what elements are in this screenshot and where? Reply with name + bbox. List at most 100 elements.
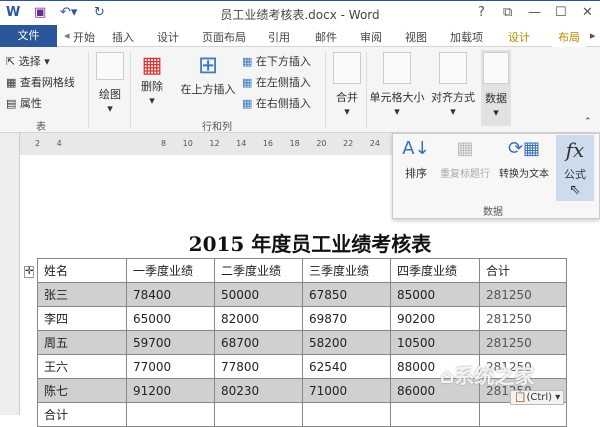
sort-button[interactable]: A↓ 排序 (401, 138, 431, 181)
header-cell[interactable]: 三季度业绩 (302, 258, 391, 283)
select-button[interactable]: ⇱ 选择 ▾ (6, 53, 50, 69)
maximize-button[interactable]: ☐ (555, 5, 567, 20)
table-cell[interactable]: 281250 (479, 330, 567, 355)
table-cell[interactable]: 59700 (126, 330, 215, 355)
tab-table-design[interactable]: 设计 (508, 29, 530, 45)
table-cell[interactable]: 67850 (302, 282, 391, 307)
table-cell[interactable]: 李四 (37, 306, 127, 331)
table-cell[interactable]: 85000 (390, 282, 480, 307)
minimize-button[interactable]: — (528, 5, 541, 20)
tab-view[interactable]: 视图 (405, 29, 427, 45)
tab-page-layout[interactable]: 页面布局 (202, 29, 246, 45)
table-cell[interactable]: 71000 (302, 378, 391, 403)
delete-button[interactable]: ▦ 删除 ▾ (136, 53, 168, 107)
table-cell[interactable]: 58200 (302, 330, 391, 355)
tab-addins[interactable]: 加载项 (450, 29, 483, 45)
data-button[interactable]: 数据 ▾ (481, 50, 511, 126)
table-row: 张三 78400 50000 67850 85000 281250 (37, 282, 567, 307)
tab-insert[interactable]: 插入 (112, 29, 134, 45)
header-cell[interactable]: 一季度业绩 (126, 258, 215, 283)
properties-button[interactable]: ▤ 属性 (6, 95, 42, 111)
table-cell[interactable]: 80230 (214, 378, 303, 403)
table-row: 李四 65000 82000 69870 90200 281250 (37, 306, 567, 331)
pencil-icon (96, 52, 124, 80)
merge-button[interactable]: 合并 ▾ (331, 52, 363, 118)
header-cell[interactable]: 姓名 (37, 258, 127, 283)
table-cell[interactable]: 77800 (214, 354, 303, 379)
tab-file[interactable]: 文件 (0, 25, 57, 47)
document-title: 2015 年度员工业绩考核表 (188, 232, 432, 256)
performance-table: 姓名 一季度业绩 二季度业绩 三季度业绩 四季度业绩 合计 张三 78400 500… (37, 258, 567, 427)
table-cell[interactable]: 50000 (214, 282, 303, 307)
header-cell[interactable]: 四季度业绩 (390, 258, 480, 283)
data-icon (483, 52, 509, 84)
table-cell[interactable]: 周五 (37, 330, 127, 355)
convert-to-text-button[interactable]: ⟳▦ 转换为文本 (496, 138, 552, 180)
mouse-cursor-icon: ⇖ (569, 182, 581, 198)
table-cell[interactable]: 281250 (479, 282, 567, 307)
sort-az-icon: A↓ (402, 138, 430, 159)
table-cell[interactable]: 张三 (37, 282, 127, 307)
ribbon-display-button[interactable]: ⧉ (503, 5, 512, 20)
fx-icon: fx (565, 138, 585, 162)
grid-icon: ▦ (6, 76, 20, 89)
header-cell[interactable]: 合计 (479, 258, 567, 283)
table-cell[interactable]: 10500 (390, 330, 480, 355)
view-gridlines-button[interactable]: ▦ 查看网格线 (6, 74, 75, 90)
tab-design[interactable]: 设计 (157, 29, 179, 45)
tab-mailings[interactable]: 邮件 (315, 29, 337, 45)
table-cell[interactable]: 68700 (214, 330, 303, 355)
vertical-ruler (0, 133, 20, 415)
convert-icon: ⟳▦ (507, 138, 541, 159)
draw-button[interactable]: 绘图 ▾ (95, 52, 125, 115)
tab-home[interactable]: 开始 (73, 29, 95, 45)
tab-references[interactable]: 引用 (268, 29, 290, 45)
insert-right-button[interactable]: ▦ 在右侧插入 (242, 95, 311, 111)
cell-size-button[interactable]: 单元格大小 ▾ (368, 52, 426, 118)
table-cell[interactable]: 91200 (126, 378, 215, 403)
table-cell[interactable]: 65000 (126, 306, 215, 331)
insert-right-icon: ▦ (242, 97, 256, 110)
alignment-icon (439, 52, 467, 84)
table-cell[interactable]: 82000 (214, 306, 303, 331)
table-move-handle-icon[interactable]: ✛ (24, 266, 35, 278)
cell-size-icon (383, 52, 411, 84)
properties-icon: ▤ (6, 97, 20, 110)
insert-above-icon: ⊞ (197, 51, 219, 79)
insert-above-button[interactable]: ⊞ 在上方插入 (178, 51, 238, 97)
table-cell[interactable]: 90200 (390, 306, 480, 331)
insert-below-icon: ▦ (242, 55, 256, 68)
header-cell[interactable]: 二季度业绩 (214, 258, 303, 283)
insert-left-icon: ▦ (242, 76, 256, 89)
formula-button[interactable]: fx 公式 ⇖ (556, 135, 594, 201)
help-button[interactable]: ? (478, 5, 485, 20)
insert-below-button[interactable]: ▦ 在下方插入 (242, 53, 311, 69)
table-cell[interactable]: 62540 (302, 354, 391, 379)
tab-table-layout[interactable]: 布局 (552, 29, 586, 47)
ribbon: ⇱ 选择 ▾ ▦ 查看网格线 ▤ 属性 表 绘图 ▾ ▦ 删除 ▾ ⊞ 在上方插入 ▦ … (0, 47, 600, 133)
group-label-table: 表 (36, 122, 46, 133)
clipboard-icon: 📋 (514, 392, 527, 403)
table-cell[interactable]: 78400 (126, 282, 215, 307)
table-cell[interactable]: 王六 (37, 354, 127, 379)
title-bar: W ▣ ↶▾ ↻ 员工业绩考核表.docx - Word ? ⧉ — ☐ ✕ (0, 0, 600, 25)
data-dropdown-panel: A↓ 排序 ▦ 重复标题行 ⟳▦ 转换为文本 fx 公式 ⇖ 数据 (392, 133, 600, 219)
table-cell[interactable]: 281250 (479, 306, 567, 331)
watermark-logo: ⌂系统之家 (440, 364, 535, 388)
tab-review[interactable]: 审阅 (360, 29, 382, 45)
paste-options-button[interactable]: 📋(Ctrl) ▾ (510, 390, 565, 405)
cursor-icon: ⇱ (6, 55, 19, 68)
delete-table-icon: ▦ (141, 53, 163, 78)
alignment-button[interactable]: 对齐方式 ▾ (428, 52, 478, 118)
horizontal-ruler[interactable]: 2 4 8 10 12 14 16 18 20 22 24 (20, 133, 392, 155)
group-label-data: 数据 (483, 207, 503, 218)
table-cell[interactable]: 陈七 (37, 378, 127, 403)
collapse-ribbon-icon[interactable]: ⌃ (584, 117, 592, 127)
table-cell[interactable]: 69870 (302, 306, 391, 331)
group-label-rows-columns: 行和列 (202, 122, 232, 133)
table-row: 周五 59700 68700 58200 10500 281250 (37, 330, 567, 355)
close-button[interactable]: ✕ (582, 5, 593, 20)
repeat-header-icon: ▦ (456, 138, 474, 159)
table-cell[interactable]: 77000 (126, 354, 215, 379)
insert-left-button[interactable]: ▦ 在左侧插入 (242, 74, 311, 90)
